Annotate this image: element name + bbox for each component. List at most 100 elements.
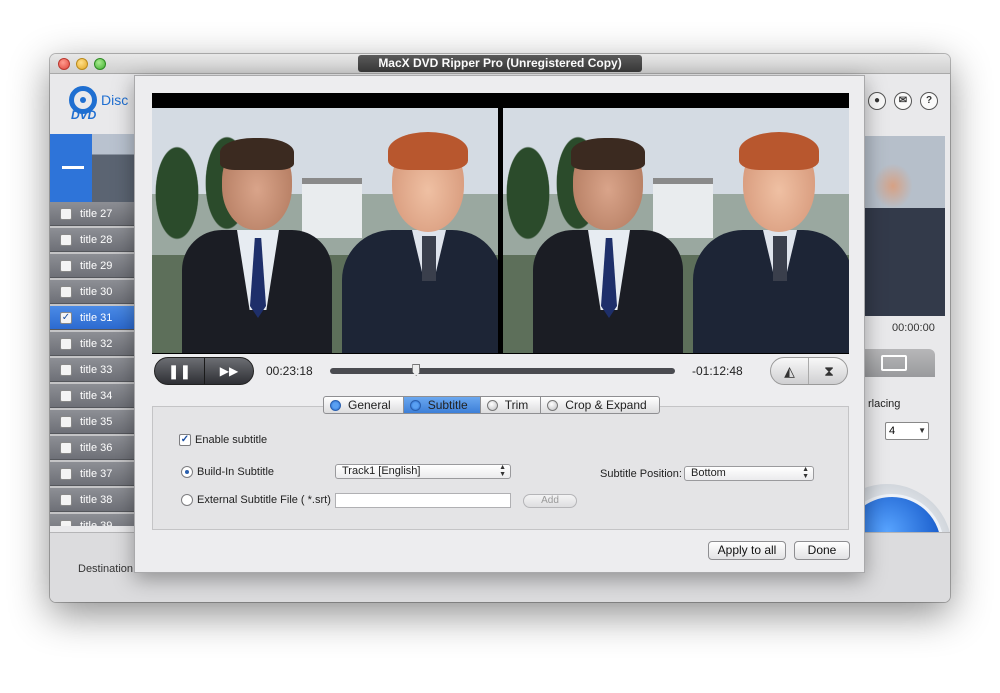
- rotate-button[interactable]: ◭: [771, 358, 809, 384]
- title-checkbox[interactable]: [60, 390, 72, 402]
- external-subtitle-path-input[interactable]: [335, 493, 511, 508]
- flip-horizontal-button[interactable]: ⧗: [810, 358, 848, 384]
- title-row[interactable]: title 27: [50, 202, 134, 226]
- enable-subtitle-checkbox[interactable]: ✓: [179, 434, 191, 446]
- title-row[interactable]: title 30: [50, 280, 134, 304]
- title-label: title 38: [80, 494, 113, 506]
- title-row[interactable]: title 38: [50, 488, 134, 512]
- title-label: title 30: [80, 286, 113, 298]
- folder-icon: [881, 355, 907, 371]
- title-checkbox[interactable]: [60, 468, 72, 480]
- title-label: title 33: [80, 364, 113, 376]
- zoom-window-button[interactable]: [94, 58, 106, 70]
- seek-slider-thumb[interactable]: [412, 364, 421, 376]
- preview-time: 00:00:00: [892, 322, 935, 334]
- minimize-window-button[interactable]: [76, 58, 88, 70]
- title-row[interactable]: title 32: [50, 332, 134, 356]
- tab-trim[interactable]: Trim: [480, 396, 542, 414]
- external-subtitle-radio[interactable]: [181, 494, 193, 506]
- title-row[interactable]: ✓ title 31: [50, 306, 134, 330]
- subtitle-position-value: Bottom: [691, 467, 726, 479]
- deinterlacing-label: rlacing: [868, 398, 901, 410]
- collapse-icon: [62, 166, 84, 169]
- title-row[interactable]: title 29: [50, 254, 134, 278]
- title-row[interactable]: title 37: [50, 462, 134, 486]
- person-icon[interactable]: ●: [868, 92, 886, 110]
- title-label: title 27: [80, 208, 113, 220]
- seek-slider[interactable]: [330, 364, 675, 376]
- done-button[interactable]: Done: [794, 541, 850, 560]
- add-subtitle-button[interactable]: Add: [523, 494, 577, 508]
- mail-icon[interactable]: ✉: [894, 92, 912, 110]
- stepper-arrows-icon: ▲ ▼: [802, 466, 809, 480]
- rotate-icon: ◭: [784, 363, 795, 379]
- title-label: title 34: [80, 390, 113, 402]
- window-title: MacX DVD Ripper Pro (Unregistered Copy): [358, 55, 642, 72]
- title-checkbox[interactable]: [60, 416, 72, 428]
- title-label: title 37: [80, 468, 113, 480]
- tab-label: Crop & Expand: [565, 398, 647, 412]
- title-row[interactable]: title 34: [50, 384, 134, 408]
- title-checkbox[interactable]: [60, 260, 72, 272]
- title-label: title 28: [80, 234, 113, 246]
- title-checkbox[interactable]: ✓: [60, 312, 72, 324]
- tab-subtitle[interactable]: Subtitle: [403, 396, 481, 414]
- tab-radio-icon: [486, 400, 498, 411]
- title-row[interactable]: title 28: [50, 228, 134, 252]
- help-icon[interactable]: ?: [920, 92, 938, 110]
- disc-logo[interactable]: Disc DVD: [65, 84, 135, 124]
- title-label: title 32: [80, 338, 113, 350]
- title-label: title 39: [80, 520, 113, 526]
- title-list: title 27 title 28 title 29 title 30 ✓ title 3…: [50, 134, 134, 526]
- video-preview-panel: [152, 93, 849, 354]
- title-label: title 31: [80, 312, 113, 324]
- close-window-button[interactable]: [58, 58, 70, 70]
- title-checkbox[interactable]: [60, 364, 72, 376]
- tab-crop-expand[interactable]: Crop & Expand: [541, 396, 660, 414]
- subtitle-position-select[interactable]: Bottom ▲ ▼: [684, 466, 814, 481]
- title-row[interactable]: title 35: [50, 410, 134, 434]
- title-checkbox[interactable]: [60, 208, 72, 220]
- thumbnail-image: [92, 134, 134, 202]
- output-video-preview: [503, 108, 849, 353]
- tab-radio-icon: [330, 400, 341, 411]
- fast-forward-button[interactable]: ▶▶: [205, 358, 253, 384]
- tab-radio-icon: [409, 400, 421, 411]
- builtin-subtitle-label: Build-In Subtitle: [197, 466, 275, 478]
- title-row[interactable]: title 36: [50, 436, 134, 460]
- builtin-track-value: Track1 [English]: [342, 465, 421, 477]
- flip-button-group: ◭ ⧗: [770, 357, 848, 385]
- tab-label: Trim: [504, 398, 529, 412]
- flip-icon: ⧗: [824, 363, 834, 379]
- external-subtitle-label: External Subtitle File ( *.srt): [197, 494, 331, 506]
- title-label: title 36: [80, 442, 113, 454]
- browse-folder-tab[interactable]: [855, 349, 935, 377]
- pause-button[interactable]: ❚❚: [155, 358, 205, 384]
- title-checkbox[interactable]: [60, 234, 72, 246]
- title-checkbox[interactable]: [60, 442, 72, 454]
- title-row[interactable]: title 33: [50, 358, 134, 382]
- edit-dialog: ❚❚ ▶▶ 00:23:18 -01:12:48 ◭ ⧗ ✓ Enable su…: [134, 75, 865, 573]
- tab-general[interactable]: General: [323, 396, 404, 414]
- apply-to-all-button[interactable]: Apply to all: [708, 541, 786, 560]
- title-checkbox[interactable]: [60, 520, 72, 526]
- logo-dvd-text: DVD: [71, 108, 97, 122]
- builtin-track-select[interactable]: Track1 [English] ▲ ▼: [335, 464, 511, 479]
- top-icons: ● ✉ ?: [868, 92, 938, 110]
- selected-title-thumbnail[interactable]: [50, 134, 134, 202]
- tab-label: General: [348, 398, 391, 412]
- destination-label: Destination: [78, 563, 134, 575]
- enable-subtitle-label: Enable subtitle: [195, 434, 268, 446]
- playback-button-group: ❚❚ ▶▶: [154, 357, 254, 385]
- cpu-core-select[interactable]: 4: [885, 422, 929, 440]
- fast-forward-icon: ▶▶: [219, 364, 239, 378]
- title-row[interactable]: title 39: [50, 514, 134, 526]
- title-bar: MacX DVD Ripper Pro (Unregistered Copy): [50, 54, 950, 74]
- playback-controls: ❚❚ ▶▶ 00:23:18 -01:12:48 ◭ ⧗: [152, 356, 849, 386]
- title-label: title 35: [80, 416, 113, 428]
- title-checkbox[interactable]: [60, 338, 72, 350]
- title-checkbox[interactable]: [60, 494, 72, 506]
- tab-label: Subtitle: [427, 398, 468, 412]
- builtin-subtitle-radio[interactable]: [181, 466, 193, 478]
- title-checkbox[interactable]: [60, 286, 72, 298]
